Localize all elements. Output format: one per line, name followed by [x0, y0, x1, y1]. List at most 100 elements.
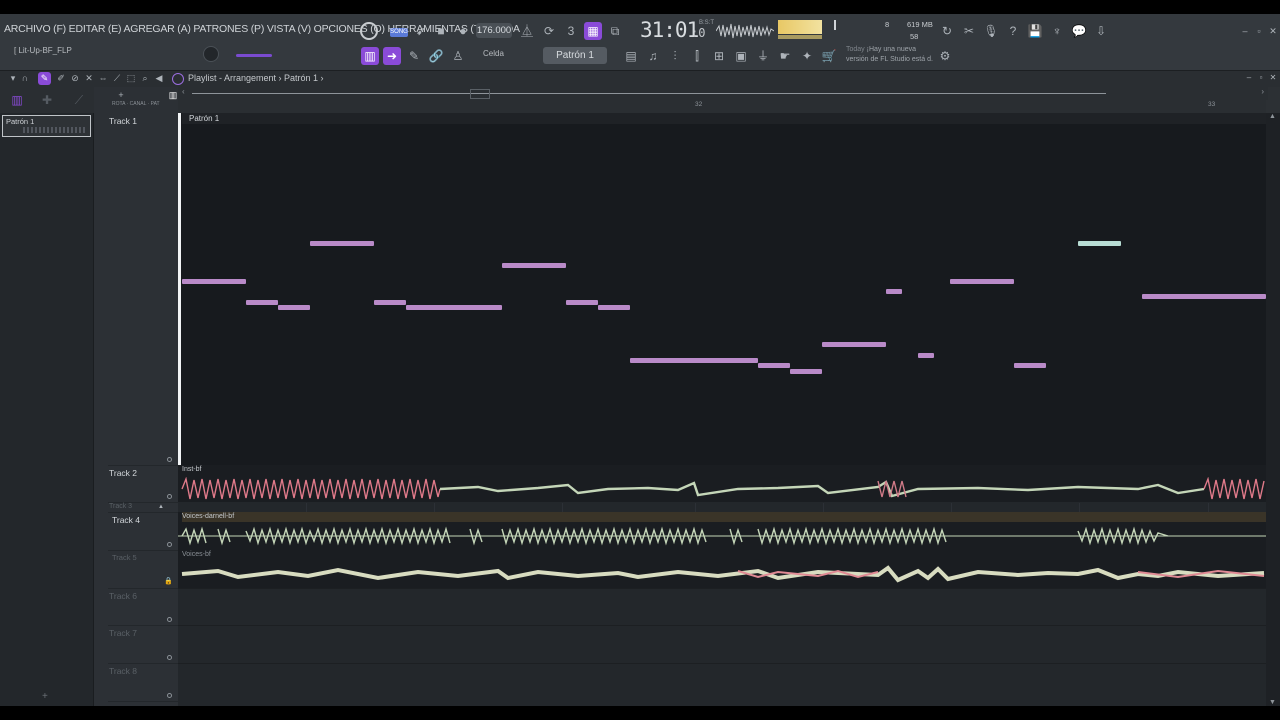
note[interactable] [758, 363, 790, 368]
piano-icon[interactable]: ▥ [8, 91, 26, 109]
track-header-7[interactable]: Track 7 [108, 626, 178, 664]
track-collapse-icon[interactable]: ▲ [158, 504, 164, 510]
note[interactable] [630, 358, 758, 363]
eq-icon[interactable]: ⫿ [688, 47, 706, 65]
note[interactable] [822, 342, 886, 347]
pattern-selector[interactable]: Patrón 1 [543, 47, 607, 64]
note[interactable] [310, 241, 374, 246]
track-header-3[interactable]: Track 3 ▲ [108, 503, 178, 513]
track-header-8[interactable]: Track 8 [108, 664, 178, 702]
playlist-title[interactable]: Playlist - Arrangement › Patrón 1 › [188, 73, 324, 83]
track-header-5[interactable]: Track 5 🔒 [108, 551, 178, 589]
note[interactable] [374, 300, 406, 305]
save-icon[interactable]: 💾 [1026, 22, 1044, 40]
track-mute-dot[interactable] [167, 457, 172, 462]
track-lane-7[interactable] [178, 625, 1266, 663]
note[interactable] [278, 305, 310, 310]
scroll-down-icon[interactable]: ▼ [1269, 699, 1276, 706]
track-header-1[interactable]: Track 1 [108, 114, 178, 466]
blend-notes-icon[interactable]: ⧉ [606, 22, 624, 40]
note[interactable] [246, 300, 278, 305]
picker-pattern-item[interactable]: Patrón 1 [2, 115, 91, 137]
playlist-close-icon[interactable]: ✕ [1264, 71, 1280, 85]
playback-tool-icon[interactable]: ◀ [150, 71, 168, 85]
add-track-icon[interactable]: + [112, 86, 130, 104]
playlist-button[interactable]: ▥ [361, 47, 379, 65]
wait-record-icon[interactable]: ⟳ [540, 22, 558, 40]
channel-rack-icon[interactable]: ▤ [622, 47, 640, 65]
pattern-song-toggle-icon[interactable] [360, 22, 378, 40]
cut-icon[interactable]: ✂ [960, 22, 978, 40]
record-button[interactable]: ● [454, 22, 472, 40]
countdown-icon[interactable]: 3 [562, 22, 580, 40]
mixer-icon[interactable]: ⫶ [666, 47, 684, 65]
track-mute-dot[interactable] [167, 494, 172, 499]
help-icon[interactable]: ? [1004, 22, 1022, 40]
picker-link-icon[interactable]: ⟋ [70, 91, 88, 109]
microphone-icon[interactable]: 🎙 [982, 22, 1000, 40]
close-icon[interactable]: ✕ [1264, 22, 1280, 40]
track-mute-dot[interactable] [167, 693, 172, 698]
arrow-tool-button[interactable]: ➜ [383, 47, 401, 65]
magnet-icon[interactable]: ∩ [16, 71, 34, 85]
touch-keyboard-icon[interactable]: ☛ [776, 47, 794, 65]
note[interactable] [918, 353, 934, 358]
plugin-icon[interactable]: ♆ [1048, 22, 1066, 40]
draw-tool-button[interactable]: ✎ [38, 72, 51, 85]
audio-clip-voices-darnell-bf[interactable]: Voices-darnell-bf [178, 512, 1266, 550]
playhead[interactable] [178, 113, 181, 465]
step-edit-button[interactable]: ▦ [584, 22, 602, 40]
scroll-up-icon[interactable]: ▲ [1269, 113, 1276, 120]
horizontal-scrollbar[interactable]: ‹ › [178, 87, 1268, 100]
undo-history-icon[interactable]: ↻ [938, 22, 956, 40]
note[interactable] [1142, 294, 1266, 299]
piano-roll-icon[interactable]: ♫ [644, 47, 662, 65]
audio-clip-voices-bf[interactable]: Voices-bf [178, 550, 1266, 588]
metronome-icon[interactable]: ⏅ [518, 22, 536, 40]
master-volume-knob[interactable] [203, 46, 219, 62]
plug-icon[interactable]: ⏚ [754, 47, 772, 65]
news-panel[interactable]: Today ¡Hay una nueva versión de FL Studi… [846, 45, 942, 65]
master-level-slider[interactable] [834, 20, 836, 30]
stop-button[interactable]: ■ [432, 22, 450, 40]
track-header-2[interactable]: Track 2 [108, 466, 178, 503]
track-lock-icon[interactable]: 🔒 [164, 577, 173, 585]
bird-icon[interactable]: ✦ [798, 47, 816, 65]
track-lane-8[interactable] [178, 663, 1266, 706]
note[interactable] [566, 300, 598, 305]
audio-clip-inst-bf[interactable]: Inst-bf [178, 465, 1266, 502]
vertical-scrollbar[interactable]: ▲ ▼ [1266, 113, 1280, 706]
snap-select[interactable]: Celda [483, 49, 504, 58]
stamp-icon[interactable]: ♙ [449, 47, 467, 65]
scroll-track[interactable] [192, 93, 1106, 94]
note[interactable] [598, 305, 630, 310]
note[interactable] [182, 279, 246, 284]
note[interactable] [1014, 363, 1046, 368]
track-mute-dot[interactable] [167, 617, 172, 622]
track-header-6[interactable]: Track 6 [108, 589, 178, 626]
arrangement-area[interactable]: Patrón 1 Inst-bf Voices-darnell-bf Voice… [178, 113, 1266, 706]
download-icon[interactable]: ⇩ [1092, 22, 1110, 40]
tempo-display[interactable]: 176.000 [476, 23, 512, 38]
cart-icon[interactable]: 🛒 [820, 47, 838, 65]
note[interactable] [790, 369, 822, 374]
timeline-ruler[interactable]: 32 33 [178, 100, 1266, 113]
note[interactable] [502, 263, 566, 268]
pattern-clip-patron-1[interactable]: Patrón 1 [178, 113, 1266, 465]
picker-add-icon[interactable]: ✚ [38, 91, 56, 109]
scroll-right-icon[interactable]: › [1261, 87, 1264, 96]
note[interactable] [886, 289, 902, 294]
scroll-left-icon[interactable]: ‹ [182, 87, 185, 96]
song-mode-button[interactable]: SONG [390, 28, 408, 37]
note[interactable] [1078, 241, 1121, 246]
note[interactable] [950, 279, 1014, 284]
plugin-database-icon[interactable]: ▣ [732, 47, 750, 65]
master-pitch-slider[interactable] [236, 54, 272, 57]
chat-icon[interactable]: 💬 [1070, 22, 1088, 40]
picker-add-button[interactable]: + [42, 691, 48, 702]
track-mute-dot[interactable] [167, 542, 172, 547]
browser-icon[interactable]: ⊞ [710, 47, 728, 65]
link-icon[interactable]: 🔗 [427, 47, 445, 65]
track-lane-6[interactable] [178, 588, 1266, 625]
track-header-4[interactable]: Track 4 [108, 513, 178, 551]
